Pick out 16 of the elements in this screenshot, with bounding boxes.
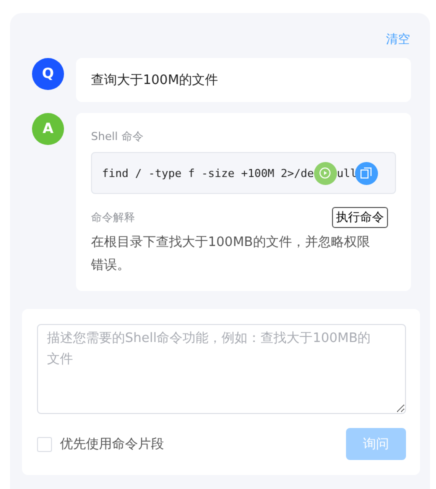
checkbox[interactable]: [37, 436, 52, 452]
run-button[interactable]: [314, 162, 337, 184]
question-bubble: 查询大于100M的文件: [76, 58, 411, 102]
copy-button[interactable]: [354, 162, 378, 184]
copy-icon: [360, 167, 372, 179]
prompt-field[interactable]: 描述您需要的Shell命令功能，例如：查找大于100MB的文件: [37, 324, 406, 414]
play-icon: [319, 167, 332, 179]
explanation-label: 命令解释: [91, 211, 135, 224]
command-label: Shell 命令: [91, 130, 144, 143]
command-text: find / -type f -size +100M 2>/de: [102, 166, 314, 180]
tooltip: 执行命令: [332, 207, 388, 228]
user-avatar: Q: [32, 58, 64, 90]
clear-link[interactable]: 清空: [386, 27, 410, 51]
assistant-avatar: A: [32, 113, 64, 145]
explanation-text: 在根目录下查找大于100MB的文件，并忽略权限错误。: [91, 234, 371, 275]
checkbox-label: 优先使用命令片段: [60, 436, 164, 453]
